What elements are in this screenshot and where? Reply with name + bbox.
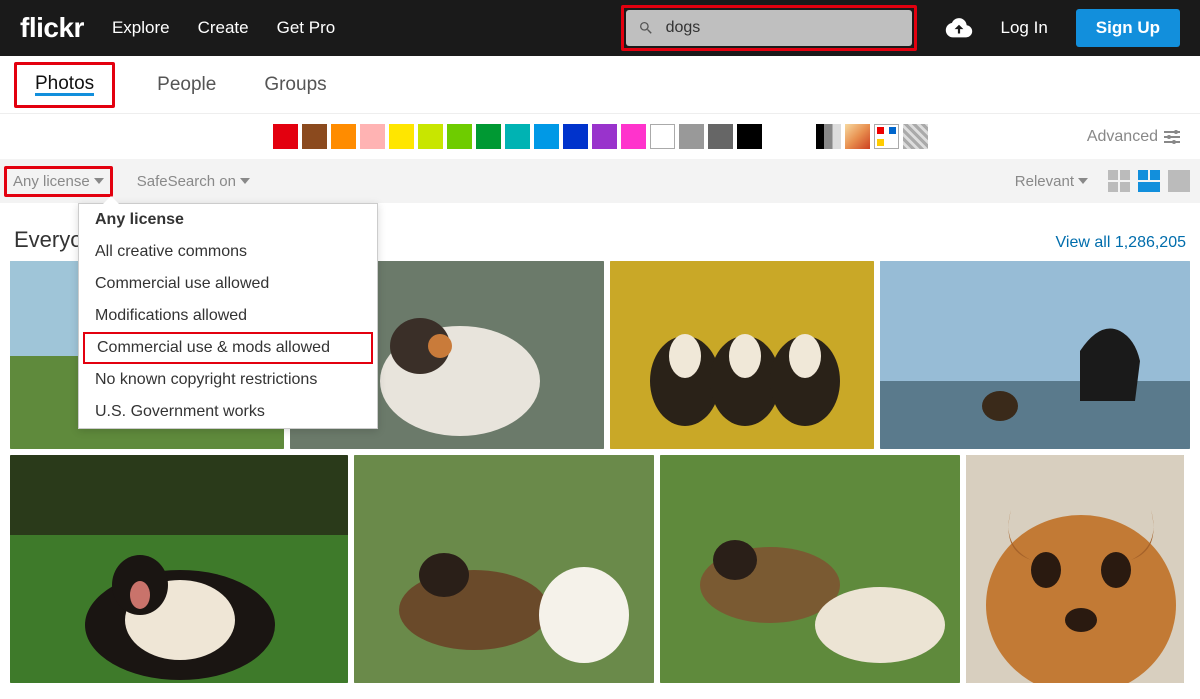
license-option[interactable]: Any license xyxy=(79,204,377,236)
color-swatch[interactable] xyxy=(331,124,356,149)
view-all-link[interactable]: View all 1,286,205 xyxy=(1056,234,1186,252)
color-swatch[interactable] xyxy=(273,124,298,149)
photo-thumb[interactable] xyxy=(880,261,1190,449)
signup-button[interactable]: Sign Up xyxy=(1076,9,1180,47)
license-option[interactable]: Commercial use allowed xyxy=(79,268,377,300)
top-navigation: flickr Explore Create Get Pro Log In Sig… xyxy=(0,0,1200,56)
tab-groups[interactable]: Groups xyxy=(258,58,332,112)
license-option[interactable]: U.S. Government works xyxy=(79,396,377,428)
search-tabs: Photos People Groups xyxy=(0,56,1200,114)
color-swatch[interactable] xyxy=(505,124,530,149)
pattern-dof[interactable] xyxy=(845,124,870,149)
license-filter[interactable]: Any license xyxy=(4,166,113,197)
license-option[interactable]: Modifications allowed xyxy=(79,300,377,332)
caret-down-icon xyxy=(94,178,104,184)
color-swatch[interactable] xyxy=(389,124,414,149)
color-swatch[interactable] xyxy=(563,124,588,149)
color-swatch[interactable] xyxy=(360,124,385,149)
advanced-toggle[interactable]: Advanced xyxy=(1087,128,1180,146)
color-swatch[interactable] xyxy=(447,124,472,149)
view-grid-icon[interactable] xyxy=(1108,170,1130,192)
color-swatch[interactable] xyxy=(476,124,501,149)
color-swatch[interactable] xyxy=(592,124,617,149)
color-swatch[interactable] xyxy=(302,124,327,149)
search-highlight xyxy=(621,5,917,51)
filter-bar: Any license SafeSearch on Relevant Any l… xyxy=(0,159,1200,203)
view-mode-icons xyxy=(1108,170,1190,192)
color-swatch[interactable] xyxy=(708,124,733,149)
color-swatch[interactable] xyxy=(650,124,675,149)
search-box[interactable] xyxy=(626,10,912,46)
flickr-logo[interactable]: flickr xyxy=(20,12,84,44)
search-input[interactable] xyxy=(666,19,900,37)
color-swatch[interactable] xyxy=(534,124,559,149)
sort-label: Relevant xyxy=(1015,173,1074,190)
photo-thumb[interactable] xyxy=(966,455,1184,683)
license-option[interactable]: All creative commons xyxy=(79,236,377,268)
primary-nav: Explore Create Get Pro xyxy=(112,18,335,38)
upload-icon[interactable] xyxy=(945,17,973,39)
pattern-swatches xyxy=(816,124,928,149)
nav-create[interactable]: Create xyxy=(198,18,249,38)
color-swatches xyxy=(273,124,762,149)
photo-thumb[interactable] xyxy=(10,455,348,683)
view-justified-icon[interactable] xyxy=(1138,170,1160,192)
tab-photos[interactable]: Photos xyxy=(35,73,94,95)
safesearch-filter[interactable]: SafeSearch on xyxy=(131,169,256,194)
color-swatch[interactable] xyxy=(418,124,443,149)
filter-right-group: Relevant xyxy=(1009,169,1190,194)
license-dropdown: Any licenseAll creative commonsCommercia… xyxy=(78,203,378,429)
photo-thumb[interactable] xyxy=(660,455,960,683)
nav-explore[interactable]: Explore xyxy=(112,18,170,38)
search-icon xyxy=(638,19,654,37)
color-swatch[interactable] xyxy=(621,124,646,149)
tab-people[interactable]: People xyxy=(151,58,222,112)
view-large-icon[interactable] xyxy=(1168,170,1190,192)
caret-down-icon xyxy=(240,178,250,184)
license-option[interactable]: Commercial use & mods allowed xyxy=(83,332,373,364)
safesearch-label: SafeSearch on xyxy=(137,173,236,190)
license-option[interactable]: No known copyright restrictions xyxy=(79,364,377,396)
license-filter-label: Any license xyxy=(13,173,90,190)
sliders-icon xyxy=(1164,131,1180,143)
photo-thumb[interactable] xyxy=(354,455,654,683)
pattern-bw[interactable] xyxy=(816,124,841,149)
photo-thumb[interactable] xyxy=(610,261,874,449)
advanced-label: Advanced xyxy=(1087,128,1158,146)
pattern-texture[interactable] xyxy=(903,124,928,149)
caret-down-icon xyxy=(1078,178,1088,184)
nav-get-pro[interactable]: Get Pro xyxy=(277,18,336,38)
tab-photos-highlight: Photos xyxy=(14,62,115,108)
sort-filter[interactable]: Relevant xyxy=(1009,169,1094,194)
results-title: Everyo xyxy=(14,227,82,253)
login-link[interactable]: Log In xyxy=(1001,18,1048,38)
color-swatch[interactable] xyxy=(737,124,762,149)
color-filter-row: Advanced xyxy=(0,114,1200,159)
color-swatch[interactable] xyxy=(679,124,704,149)
photo-row xyxy=(10,455,1190,683)
pattern-minimal[interactable] xyxy=(874,124,899,149)
